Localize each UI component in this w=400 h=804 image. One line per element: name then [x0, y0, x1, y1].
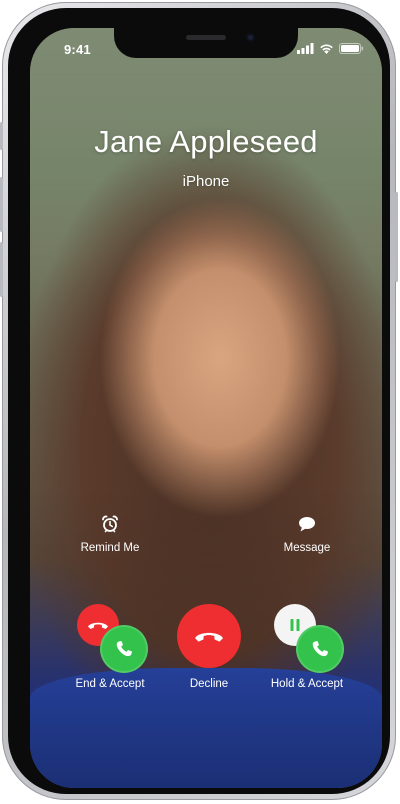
wifi-icon	[320, 44, 333, 54]
accept-small-circle[interactable]	[100, 625, 148, 673]
phone-handset-icon	[116, 641, 132, 657]
caller-name: Jane Appleseed	[94, 124, 318, 159]
incoming-call-screen: 9:41 Jane Appleseed iPhone Remind Me Mes…	[30, 28, 382, 788]
message-button[interactable]: Message	[257, 514, 357, 554]
cellular-signal-icon	[297, 43, 314, 54]
accept-small-circle[interactable]	[296, 625, 344, 673]
hang-up-icon	[88, 622, 108, 629]
battery-icon	[339, 43, 364, 54]
speech-bubble-icon	[299, 517, 315, 532]
caller-device: iPhone	[182, 173, 230, 190]
status-time: 9:41	[64, 42, 91, 57]
earpiece-speaker	[186, 35, 226, 40]
hang-up-icon	[195, 632, 223, 642]
phone-handset-icon	[312, 641, 328, 657]
end-accept-label: End & Accept	[75, 678, 145, 690]
status-icons	[297, 43, 364, 54]
notch	[114, 28, 298, 58]
bezel: 9:41 Jane Appleseed iPhone Remind Me Mes…	[8, 8, 390, 794]
hold-accept-label: Hold & Accept	[270, 678, 344, 690]
volume-up-button	[0, 177, 3, 232]
decline-circle[interactable]	[177, 604, 241, 668]
phone-frame: 9:41 Jane Appleseed iPhone Remind Me Mes…	[0, 2, 398, 800]
remind-me-button[interactable]: Remind Me	[60, 514, 160, 554]
front-camera	[246, 33, 255, 42]
side-button	[395, 192, 398, 282]
remind-me-label: Remind Me	[80, 542, 140, 554]
message-label: Message	[283, 542, 331, 554]
decline-label: Decline	[189, 678, 229, 690]
mute-switch	[0, 122, 3, 150]
pause-icon	[290, 619, 300, 631]
volume-down-button	[0, 242, 3, 297]
alarm-clock-icon	[102, 515, 118, 533]
